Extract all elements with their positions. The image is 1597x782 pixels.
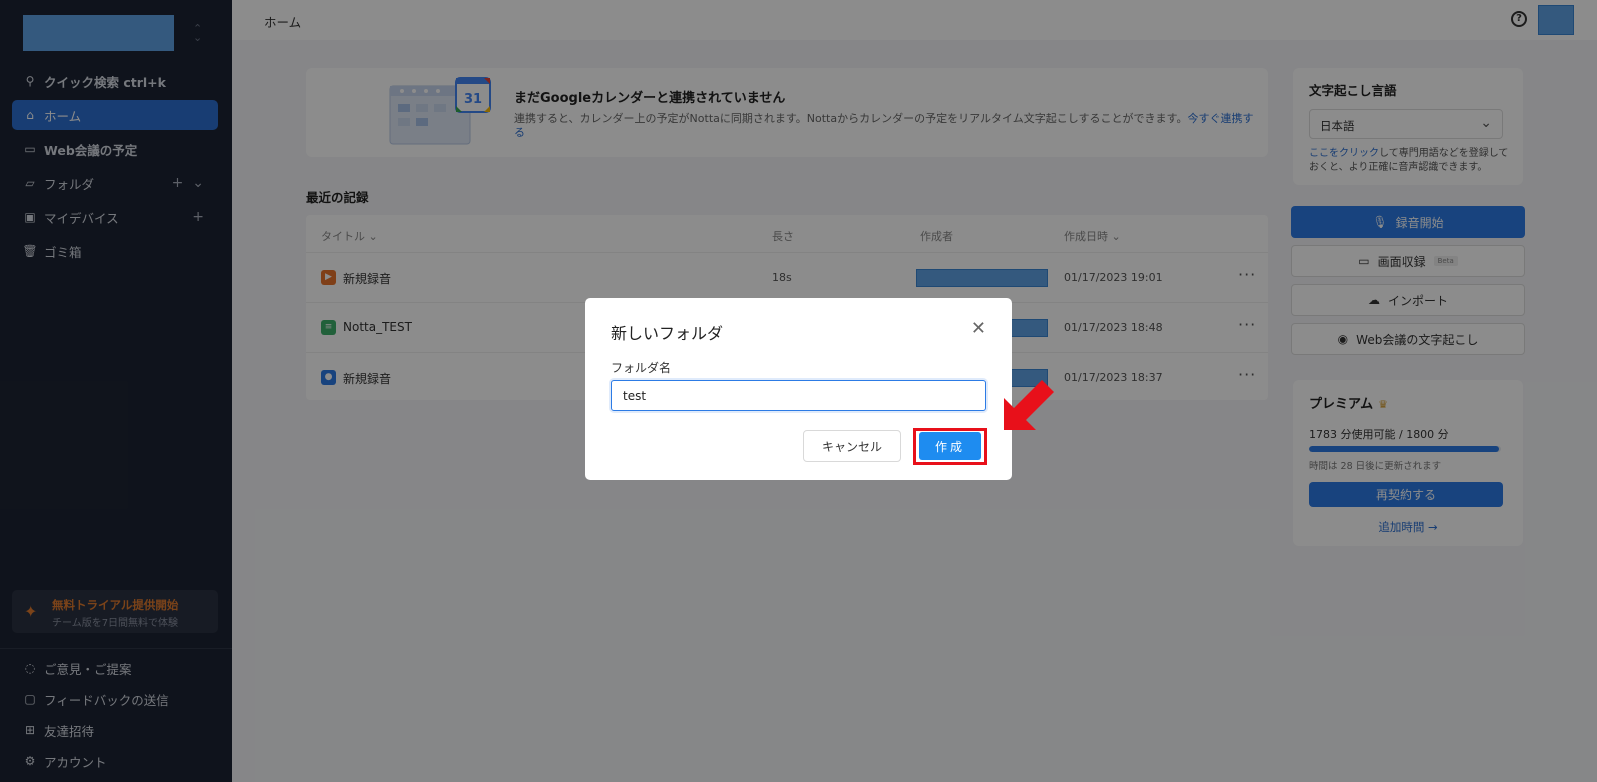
pointer-arrow-icon xyxy=(1004,380,1054,430)
folder-name-label: フォルダ名 xyxy=(611,361,672,375)
folder-name-input[interactable] xyxy=(611,380,986,411)
cancel-button[interactable]: キャンセル xyxy=(803,430,901,462)
close-icon[interactable]: ✕ xyxy=(971,318,986,339)
create-button[interactable]: 作成 xyxy=(919,432,981,460)
new-folder-dialog: 新しいフォルダ ✕ フォルダ名 キャンセル 作成 xyxy=(585,298,1012,480)
dialog-title: 新しいフォルダ xyxy=(611,324,724,343)
